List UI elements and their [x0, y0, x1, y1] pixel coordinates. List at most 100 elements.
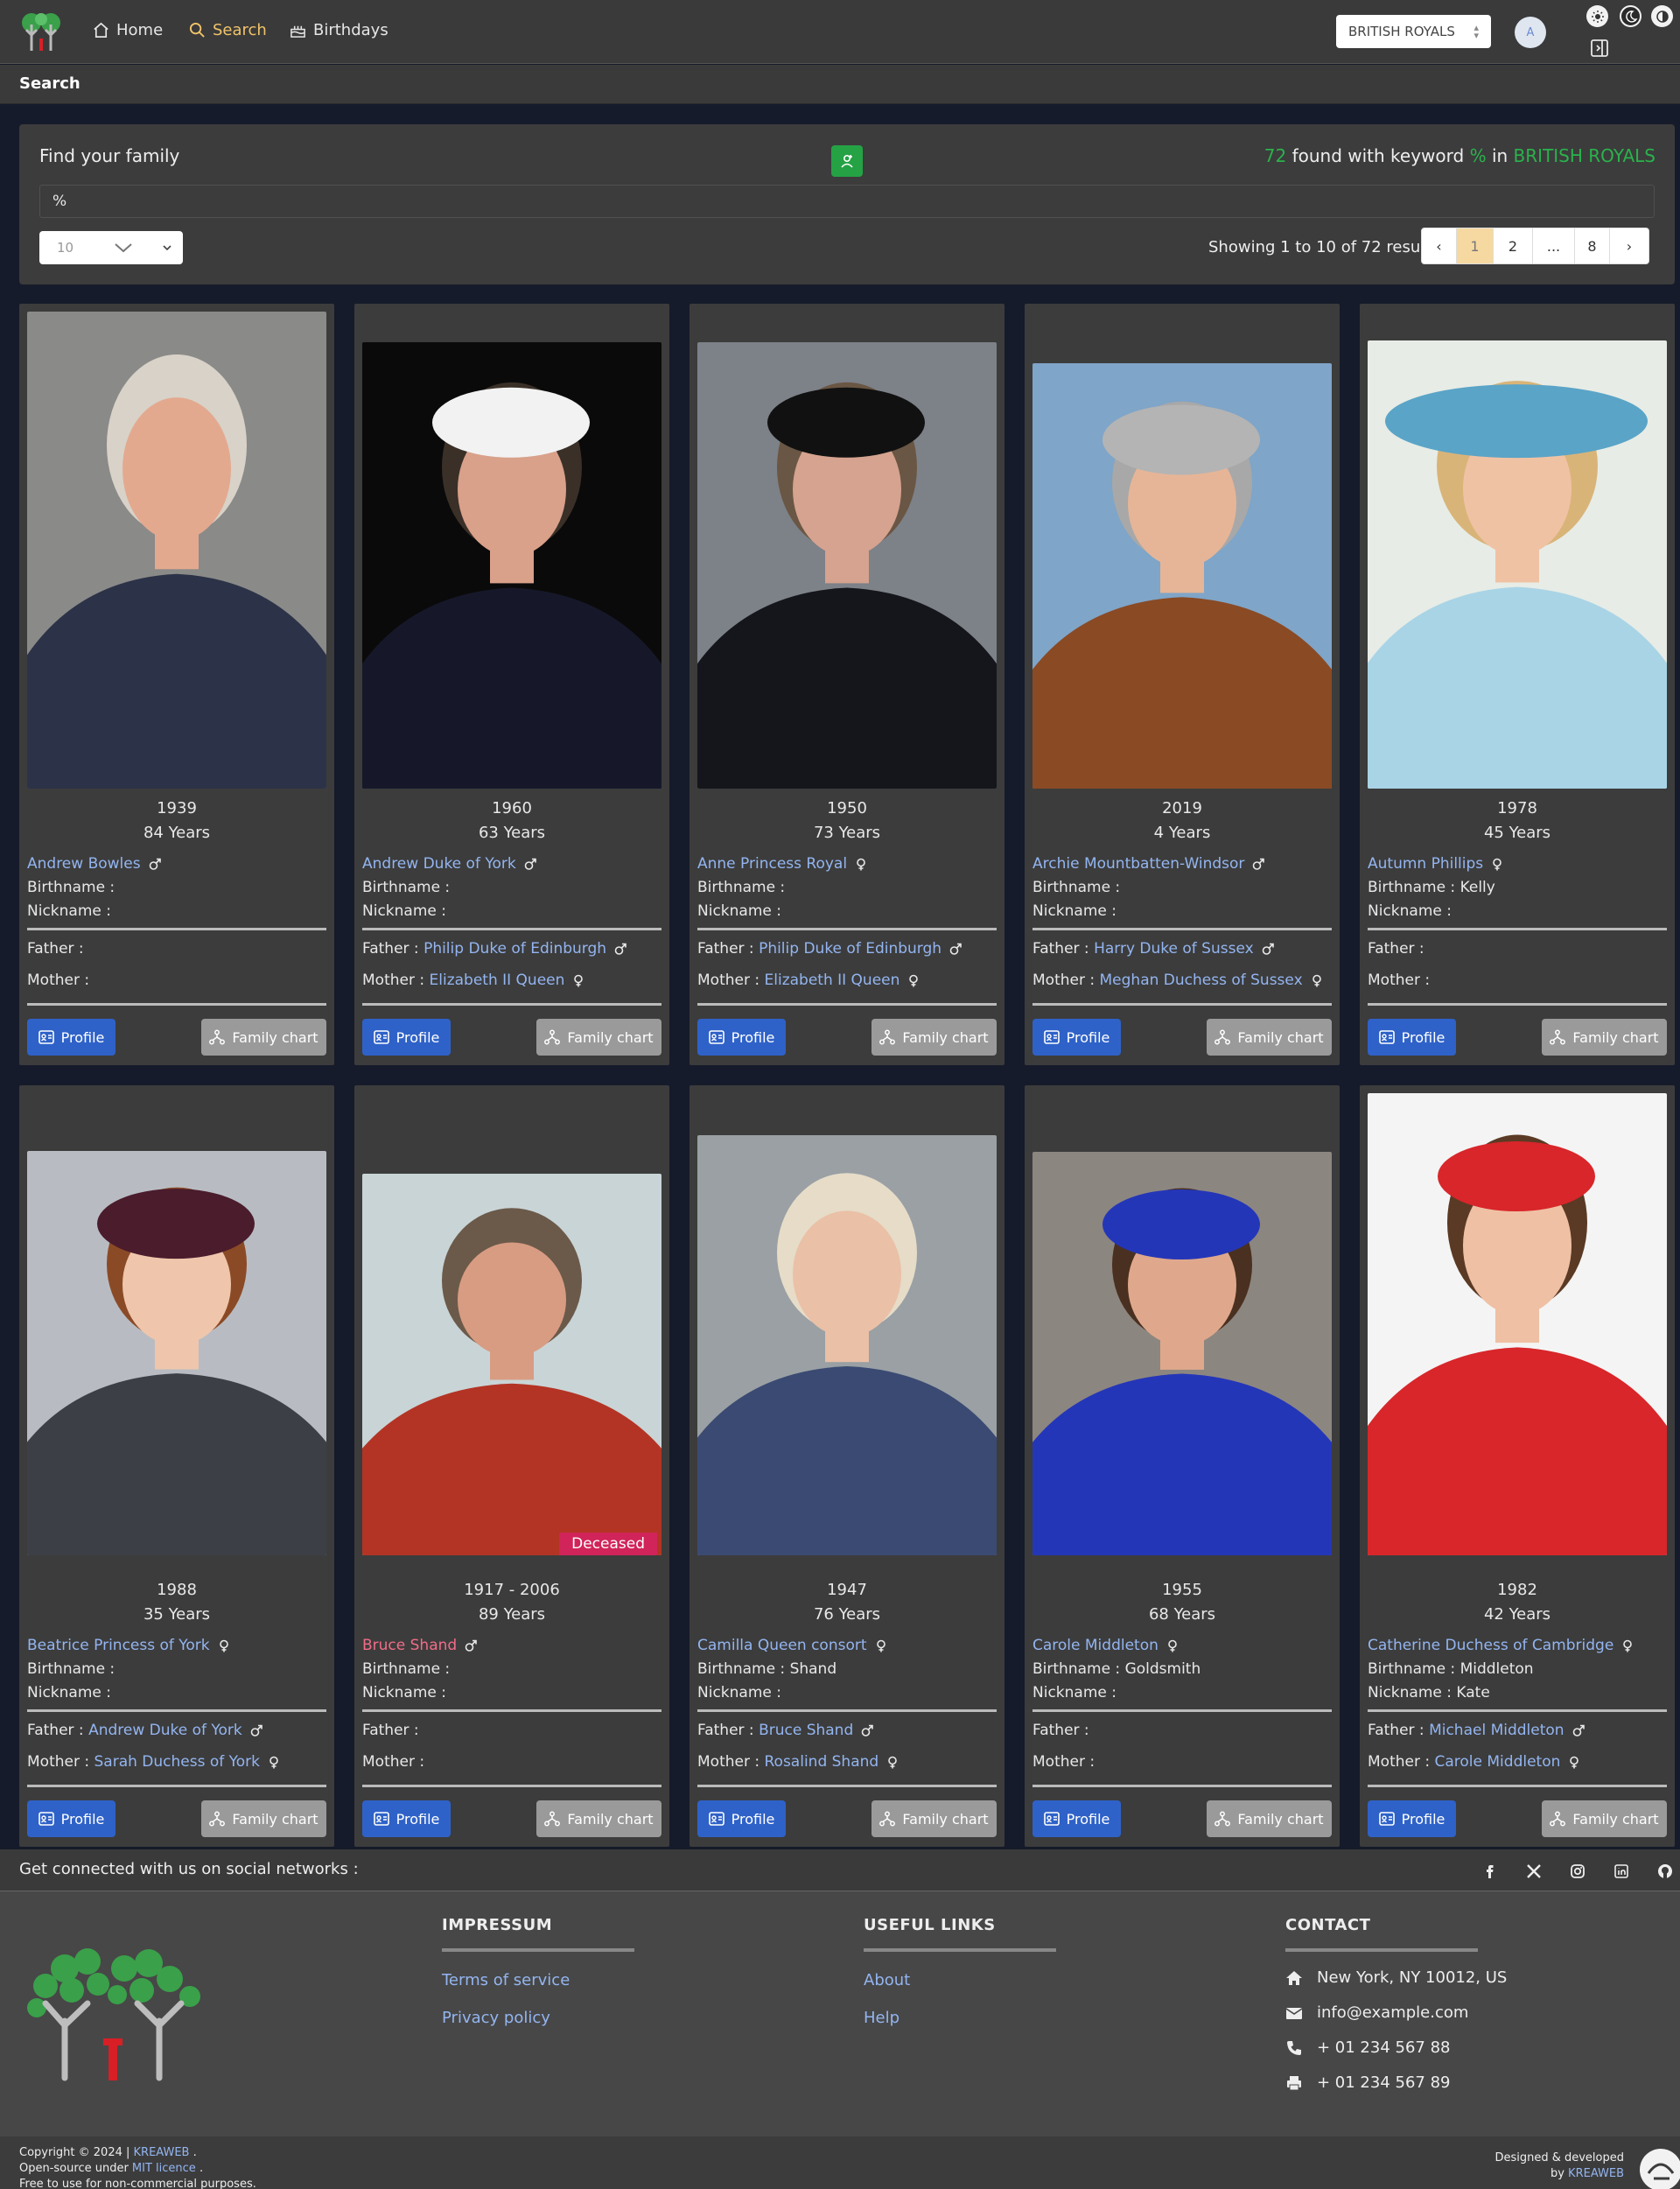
profile-button[interactable]: Profile — [1032, 1800, 1121, 1837]
family-tree-logo[interactable] — [19, 12, 65, 53]
person-name-link[interactable]: Camilla Queen consort — [697, 1637, 867, 1654]
profile-button[interactable]: Profile — [362, 1800, 451, 1837]
family-chart-button[interactable]: Family chart — [1542, 1800, 1667, 1837]
profile-button[interactable]: Profile — [697, 1800, 786, 1837]
mother-link[interactable]: Elizabeth II Queen — [430, 972, 565, 989]
terms-link[interactable]: Terms of service — [442, 1971, 634, 1989]
add-person-button[interactable] — [831, 145, 863, 177]
profile-button[interactable]: Profile — [1368, 1800, 1456, 1837]
profile-button[interactable]: Profile — [27, 1019, 116, 1056]
person-photo[interactable] — [362, 342, 662, 789]
male-icon — [614, 943, 626, 955]
father-link[interactable]: Harry Duke of Sussex — [1094, 940, 1254, 958]
x-icon[interactable] — [1525, 1863, 1543, 1880]
prev-page-button[interactable]: ‹ — [1422, 228, 1457, 263]
person-name-link[interactable]: Andrew Duke of York — [362, 855, 516, 873]
family-chart-button[interactable]: Family chart — [872, 1800, 997, 1837]
profile-button[interactable]: Profile — [697, 1019, 786, 1056]
facebook-icon[interactable] — [1481, 1863, 1499, 1880]
kreaweb-link[interactable]: KREAWEB — [134, 2146, 190, 2159]
auto-theme-button[interactable] — [1651, 5, 1673, 27]
page-button[interactable]: 8 — [1575, 228, 1610, 263]
profile-button[interactable]: Profile — [362, 1019, 451, 1056]
help-link[interactable]: Help — [864, 2009, 1056, 2027]
privacy-link[interactable]: Privacy policy — [442, 2009, 634, 2027]
person-name-link[interactable]: Carole Middleton — [1032, 1637, 1158, 1654]
light-theme-button[interactable] — [1586, 5, 1608, 27]
person-name-link[interactable]: Beatrice Princess of York — [27, 1637, 210, 1654]
footer: IMPRESSUM Terms of service Privacy polic… — [0, 1891, 1680, 2136]
page-size-select[interactable]: 10 — [39, 231, 183, 264]
database-select[interactable]: BRITISH ROYALS ▴ ▾ — [1336, 15, 1491, 48]
person-photo[interactable] — [1368, 1093, 1667, 1555]
person-name-link[interactable]: Andrew Bowles — [27, 855, 141, 873]
profile-button-label: Profile — [396, 1810, 440, 1828]
person-photo[interactable] — [697, 342, 997, 789]
dark-theme-button[interactable] — [1620, 5, 1642, 27]
family-chart-button[interactable]: Family chart — [201, 1800, 326, 1837]
family-chart-button[interactable]: Family chart — [1207, 1019, 1332, 1056]
database-select-value: BRITISH ROYALS — [1348, 24, 1455, 39]
mother-row: Mother : Meghan Duchess of Sussex — [1032, 969, 1332, 992]
person-photo[interactable] — [27, 312, 326, 789]
divider — [1368, 1709, 1667, 1712]
linkedin-icon[interactable] — [1613, 1863, 1630, 1880]
github-icon[interactable] — [1656, 1863, 1674, 1880]
page-title: Search — [19, 74, 80, 93]
person-name-link[interactable]: Autumn Phillips — [1368, 855, 1483, 873]
instagram-icon[interactable] — [1569, 1863, 1586, 1880]
person-photo[interactable] — [1032, 363, 1332, 789]
mother-link[interactable]: Sarah Duchess of York — [94, 1753, 261, 1771]
person-name-link[interactable]: Catherine Duchess of Cambridge — [1368, 1637, 1614, 1654]
designer-link[interactable]: KREAWEB — [1568, 2167, 1624, 2180]
mother-link[interactable]: Meghan Duchess of Sussex — [1100, 972, 1303, 989]
person-photo[interactable] — [27, 1151, 326, 1555]
mit-licence-link[interactable]: MIT licence — [132, 2162, 196, 2175]
person-name-link[interactable]: Anne Princess Royal — [697, 855, 847, 873]
mother-link[interactable]: Rosalind Shand — [765, 1753, 879, 1771]
profile-button[interactable]: Profile — [27, 1800, 116, 1837]
person-photo[interactable]: Deceased — [362, 1174, 662, 1555]
person-photo[interactable] — [697, 1135, 997, 1555]
person-name-link[interactable]: Archie Mountbatten-Windsor — [1032, 855, 1244, 873]
family-chart-button[interactable]: Family chart — [872, 1019, 997, 1056]
family-chart-button[interactable]: Family chart — [536, 1800, 662, 1837]
father-link[interactable]: Philip Duke of Edinburgh — [424, 940, 606, 958]
female-icon — [1623, 1639, 1633, 1652]
female-icon — [888, 1756, 897, 1768]
nickname-row: Nickname : — [1032, 1681, 1332, 1704]
search-input[interactable] — [39, 185, 1655, 218]
family-chart-button-label: Family chart — [902, 1810, 989, 1828]
page-button[interactable]: 2 — [1494, 228, 1533, 263]
father-link[interactable]: Bruce Shand — [759, 1722, 853, 1739]
profile-button[interactable]: Profile — [1032, 1019, 1121, 1056]
person-photo[interactable] — [1032, 1152, 1332, 1555]
cake-icon — [290, 25, 305, 38]
family-chart-button[interactable]: Family chart — [536, 1019, 662, 1056]
divider — [362, 1785, 662, 1787]
family-chart-button[interactable]: Family chart — [201, 1019, 326, 1056]
avatar[interactable]: A — [1515, 17, 1546, 48]
contact-title: CONTACT — [1285, 1916, 1371, 1934]
next-page-button[interactable]: › — [1610, 228, 1648, 263]
father-link[interactable]: Michael Middleton — [1429, 1722, 1564, 1739]
person-name-link[interactable]: Bruce Shand — [362, 1637, 457, 1654]
family-chart-button[interactable]: Family chart — [1542, 1019, 1667, 1056]
kreaweb-logo[interactable] — [1634, 2143, 1680, 2189]
profile-button[interactable]: Profile — [1368, 1019, 1456, 1056]
nav-home[interactable]: Home — [93, 21, 163, 39]
mother-row: Mother : — [1032, 1750, 1332, 1773]
nav-birthdays[interactable]: Birthdays — [290, 21, 388, 39]
person-photo[interactable] — [1368, 340, 1667, 789]
family-chart-button[interactable]: Family chart — [1207, 1800, 1332, 1837]
page-button[interactable]: 1 — [1457, 228, 1494, 263]
portrait-image — [1368, 340, 1667, 789]
sidebar-toggle-icon[interactable] — [1590, 39, 1609, 58]
mother-link[interactable]: Elizabeth II Queen — [765, 972, 900, 989]
nav-search[interactable]: Search — [189, 21, 267, 39]
mother-link[interactable]: Carole Middleton — [1435, 1753, 1561, 1771]
about-link[interactable]: About — [864, 1971, 1056, 1989]
female-icon — [857, 858, 865, 870]
father-link[interactable]: Philip Duke of Edinburgh — [759, 940, 942, 958]
father-link[interactable]: Andrew Duke of York — [88, 1722, 242, 1739]
